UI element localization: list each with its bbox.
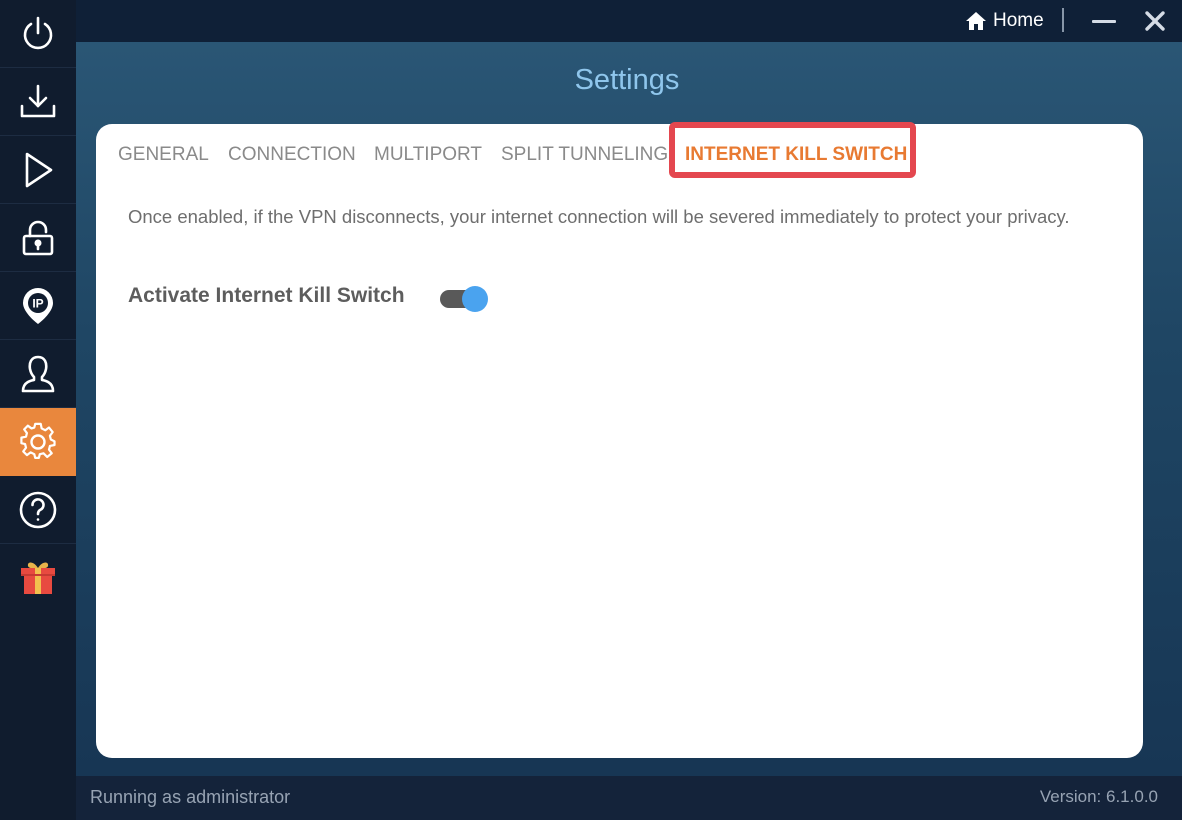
version-label: Version: 6.1.0.0 — [1039, 787, 1158, 806]
tab-multiport[interactable]: MULTIPORT — [374, 144, 482, 166]
home-icon — [966, 12, 986, 30]
page-title: Settings — [574, 64, 680, 96]
home-label: Home — [993, 10, 1044, 31]
sidebar-item-security[interactable] — [0, 204, 76, 272]
sidebar-item-help[interactable] — [0, 476, 76, 544]
sidebar-item-gift[interactable] — [0, 544, 76, 611]
lock-icon — [22, 220, 54, 255]
status-bar: Running as administrator Version: 6.1.0.… — [76, 776, 1182, 820]
toggle-knob — [462, 286, 488, 312]
tab-internet-kill-switch[interactable]: INTERNET KILL SWITCH — [685, 144, 907, 166]
account-icon — [21, 355, 55, 392]
sidebar-item-play[interactable] — [0, 136, 76, 204]
home-button[interactable]: Home — [965, 7, 1044, 35]
power-icon — [23, 16, 53, 49]
tab-split-tunneling[interactable]: SPLIT TUNNELING — [501, 144, 668, 166]
play-icon — [25, 152, 53, 187]
kill-switch-toggle[interactable] — [440, 284, 490, 314]
download-icon — [20, 84, 56, 117]
svg-text:IP: IP — [32, 296, 43, 310]
tab-connection[interactable]: CONNECTION — [228, 144, 356, 166]
settings-card: GENERAL CONNECTION MULTIPORT SPLIT TUNNE… — [96, 122, 1143, 758]
sidebar-item-settings[interactable] — [0, 408, 76, 476]
close-button[interactable] — [1142, 6, 1168, 34]
tab-general[interactable]: GENERAL — [118, 144, 209, 166]
title-bar: Home — [76, 0, 1182, 42]
gear-icon — [20, 422, 56, 459]
kill-switch-description: Once enabled, if the VPN disconnects, yo… — [128, 206, 1070, 227]
minimize-button[interactable] — [1090, 8, 1118, 34]
admin-status: Running as administrator — [90, 787, 291, 807]
ip-location-icon: IP — [23, 287, 53, 324]
gift-icon — [21, 561, 55, 594]
sidebar: IP — [0, 0, 76, 820]
title-bar-divider — [1062, 8, 1064, 32]
help-icon — [19, 491, 57, 528]
sidebar-item-account[interactable] — [0, 340, 76, 408]
main-panel: Settings GENERAL CONNECTION MULTIPORT SP… — [76, 42, 1182, 776]
close-icon — [1145, 11, 1165, 31]
sidebar-item-download[interactable] — [0, 68, 76, 136]
sidebar-item-connect[interactable] — [0, 0, 76, 68]
kill-switch-label: Activate Internet Kill Switch — [128, 284, 405, 307]
sidebar-item-ip[interactable]: IP — [0, 272, 76, 340]
